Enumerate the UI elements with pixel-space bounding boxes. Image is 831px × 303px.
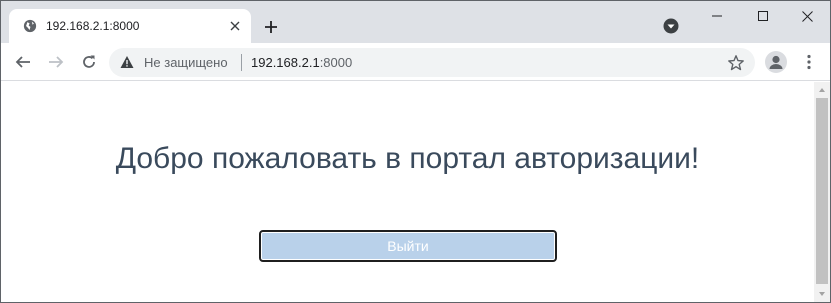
scroll-down-arrow-icon[interactable]	[818, 290, 826, 298]
url-host: 192.168.2.1	[251, 55, 320, 70]
new-tab-button[interactable]	[260, 16, 282, 38]
tab-strip: 192.168.2.1:8000	[1, 1, 830, 43]
tab-active[interactable]: 192.168.2.1:8000	[9, 9, 251, 43]
plus-icon	[265, 21, 277, 33]
address-bar[interactable]: Не защищено 192.168.2.1:8000	[109, 48, 755, 77]
browser-window: 192.168.2.1:8000 Не защищено 192.168.2.1…	[0, 0, 831, 303]
reload-icon	[83, 55, 95, 68]
warning-icon[interactable]	[120, 55, 134, 69]
scrollbar-thumb[interactable]	[816, 98, 828, 284]
minimize-icon	[712, 15, 722, 17]
globe-icon	[23, 19, 37, 33]
tab-close-button[interactable]	[227, 18, 243, 34]
back-button[interactable]	[11, 50, 35, 74]
maximize-button[interactable]	[740, 1, 786, 31]
welcome-title: Добро пожаловать в портал авторизации!	[115, 142, 700, 175]
reload-button[interactable]	[77, 50, 101, 74]
minimize-button[interactable]	[694, 1, 740, 31]
maximize-icon	[758, 11, 768, 21]
browser-menu-button[interactable]	[798, 51, 820, 73]
close-icon	[230, 21, 240, 31]
avatar-icon	[769, 55, 783, 69]
close-icon	[801, 10, 813, 22]
kebab-menu-icon	[807, 54, 811, 70]
vertical-scrollbar[interactable]	[814, 82, 830, 302]
browser-toolbar: Не защищено 192.168.2.1:8000	[1, 43, 830, 81]
scroll-up-arrow-icon[interactable]	[818, 86, 826, 94]
tab-search-icon[interactable]	[663, 18, 679, 34]
security-status-label[interactable]: Не защищено	[144, 55, 228, 70]
forward-button[interactable]	[44, 50, 68, 74]
tab-title: 192.168.2.1:8000	[46, 19, 140, 33]
omnibox-divider	[241, 54, 242, 71]
url-text[interactable]: 192.168.2.1:8000	[251, 55, 352, 70]
url-port: :8000	[319, 55, 353, 70]
window-close-button[interactable]	[784, 1, 830, 31]
logout-button[interactable]: Выйти	[259, 230, 557, 262]
page-viewport: Добро пожаловать в портал авторизации! В…	[1, 82, 814, 302]
arrow-right-icon	[49, 56, 64, 68]
profile-button[interactable]	[765, 51, 787, 73]
star-icon[interactable]	[727, 54, 745, 72]
arrow-left-icon	[15, 56, 30, 68]
